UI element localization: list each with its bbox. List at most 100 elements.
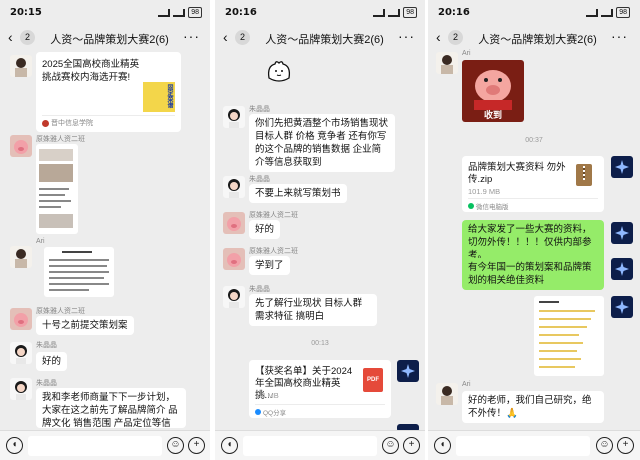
- sticker-message[interactable]: 收到: [462, 60, 524, 122]
- avatar[interactable]: [10, 378, 32, 400]
- chevron-left-icon[interactable]: ‹: [223, 29, 228, 45]
- sticker-caption: 收到: [483, 110, 502, 120]
- avatar[interactable]: [436, 383, 458, 405]
- link-card-source: 晋中信息学院: [42, 118, 93, 128]
- source-label: 微信电脑版: [476, 204, 509, 211]
- message-bubble[interactable]: 我和李老师商量下下一步计划，大家在这之前先了解品牌简介 品牌文化 销售范围 产品…: [36, 388, 186, 428]
- avatar[interactable]: [223, 212, 245, 234]
- message-bubble[interactable]: 有今年国一的策划案和品牌策划的相关绝佳资料: [462, 258, 604, 290]
- avatar[interactable]: [10, 55, 32, 77]
- message-input[interactable]: [243, 436, 377, 456]
- image-message[interactable]: [534, 296, 604, 376]
- signal-icon: [158, 8, 171, 17]
- sender-name: 原姝雅人资二班: [36, 136, 85, 143]
- message-input[interactable]: [28, 436, 162, 456]
- wechat-icon: [468, 203, 474, 209]
- message-bubble[interactable]: 学到了: [249, 256, 290, 275]
- image-content: [49, 271, 109, 273]
- more-icon[interactable]: ···: [398, 28, 415, 44]
- sender-name: Ari: [462, 381, 471, 388]
- image-content: [62, 251, 92, 253]
- status-icons: 98: [158, 7, 202, 18]
- divider: [255, 404, 385, 405]
- school-logo-icon: [42, 119, 49, 127]
- message-bubble[interactable]: 不要上来就写策划书: [249, 184, 347, 203]
- status-bar: 20:15 98: [0, 0, 210, 26]
- chat-header: ‹ 2 人资～品牌策划大赛2(6) ···: [0, 26, 210, 50]
- chat-header: ‹ 2 人资～品牌策划大赛2(6) ···: [428, 26, 638, 50]
- avatar[interactable]: [223, 106, 245, 128]
- emoji-icon[interactable]: ☺: [596, 437, 613, 454]
- avatar[interactable]: [10, 308, 32, 330]
- more-icon[interactable]: ···: [611, 28, 628, 44]
- avatar[interactable]: [611, 156, 633, 178]
- image-content: [39, 200, 71, 202]
- image-content: [539, 342, 583, 344]
- message-bubble[interactable]: 好的: [249, 220, 281, 239]
- avatar[interactable]: [223, 176, 245, 198]
- file-source: 微信电脑版: [468, 201, 509, 211]
- avatar[interactable]: [10, 342, 32, 364]
- voice-icon[interactable]: ◖: [6, 437, 23, 454]
- voice-icon[interactable]: ◖: [434, 437, 451, 454]
- avatar[interactable]: [223, 248, 245, 270]
- image-content: [39, 206, 61, 208]
- avatar[interactable]: [436, 52, 458, 74]
- avatar[interactable]: [10, 246, 32, 268]
- battery-icon: 98: [188, 7, 202, 18]
- sender-name: 朱晶晶: [36, 342, 57, 349]
- avatar[interactable]: [223, 286, 245, 308]
- chevron-left-icon[interactable]: ‹: [8, 29, 13, 45]
- file-card[interactable]: 品牌策划大赛资料 勿外传.zip 101.9 MB 微信电脑版: [462, 156, 604, 212]
- message-bubble[interactable]: 好的老师，我们自己研究，绝不外传！🙏: [462, 391, 604, 423]
- plus-icon[interactable]: +: [188, 437, 205, 454]
- image-content: [539, 318, 591, 320]
- unread-badge: 2: [448, 30, 463, 45]
- status-bar: 20:16 98: [215, 0, 425, 26]
- avatar[interactable]: [611, 258, 633, 280]
- unread-badge: 2: [235, 30, 250, 45]
- file-size: 1.4 MB: [255, 391, 279, 400]
- battery-icon: 98: [403, 7, 417, 18]
- chevron-left-icon[interactable]: ‹: [436, 29, 441, 45]
- emoji-icon[interactable]: ☺: [167, 437, 184, 454]
- image-content: [539, 310, 595, 312]
- sender-name: 原姝雅人资二班: [249, 248, 298, 255]
- status-time: 20:16: [438, 7, 470, 18]
- avatar[interactable]: [397, 360, 419, 382]
- sender-name: 朱晶晶: [249, 176, 270, 183]
- plus-icon[interactable]: +: [617, 437, 634, 454]
- avatar[interactable]: [10, 135, 32, 157]
- status-icons: 98: [586, 7, 630, 18]
- emoji-icon[interactable]: ☺: [382, 437, 399, 454]
- chat-header: ‹ 2 人资～品牌策划大赛2(6) ···: [215, 26, 425, 50]
- divider: [42, 115, 175, 116]
- thumbnail-text: 固定菜谱: [166, 84, 172, 108]
- bear-sticker-icon: [267, 61, 291, 82]
- avatar[interactable]: [611, 296, 633, 318]
- source-label: QQ分享: [263, 410, 287, 417]
- input-bar: ◖ ☺ +: [0, 430, 210, 460]
- message-bubble[interactable]: 先了解行业现状 目标人群 需求特征 搞明白: [249, 294, 377, 326]
- voice-icon[interactable]: ◖: [221, 437, 238, 454]
- sender-name: 朱晶晶: [249, 106, 270, 113]
- avatar[interactable]: [611, 222, 633, 244]
- image-content: [49, 259, 109, 261]
- message-input[interactable]: [456, 436, 590, 456]
- sticker-message[interactable]: [263, 58, 295, 88]
- image-message[interactable]: [44, 247, 114, 297]
- input-bar: ◖ ☺ +: [215, 430, 425, 460]
- image-content: [539, 366, 575, 368]
- image-content: [539, 358, 581, 360]
- message-bubble[interactable]: 好的: [36, 352, 68, 371]
- more-icon[interactable]: ···: [183, 28, 200, 44]
- file-card[interactable]: 【获奖名单】关于2024年全国高校商业精英挑... 1.4 MB PDF QQ分…: [249, 360, 391, 418]
- link-card[interactable]: 2025全国高校商业精英挑战赛校内海选开赛! 固定菜谱 晋中信息学院: [36, 52, 181, 132]
- message-bubble[interactable]: 十号之前提交策划案: [36, 316, 134, 335]
- image-message[interactable]: [36, 144, 78, 234]
- plus-icon[interactable]: +: [403, 437, 420, 454]
- phone-screen-1: 20:15 98 ‹ 2 人资～品牌策划大赛2(6) ··· 2025全国高校商…: [0, 0, 210, 460]
- message-bubble[interactable]: 你们先把黄酒整个市场销售现状 目标人群 价格 竞争者 还有你写的这个品牌的销售数…: [249, 114, 395, 172]
- signal-icon: [173, 8, 186, 17]
- battery-icon: 98: [616, 7, 630, 18]
